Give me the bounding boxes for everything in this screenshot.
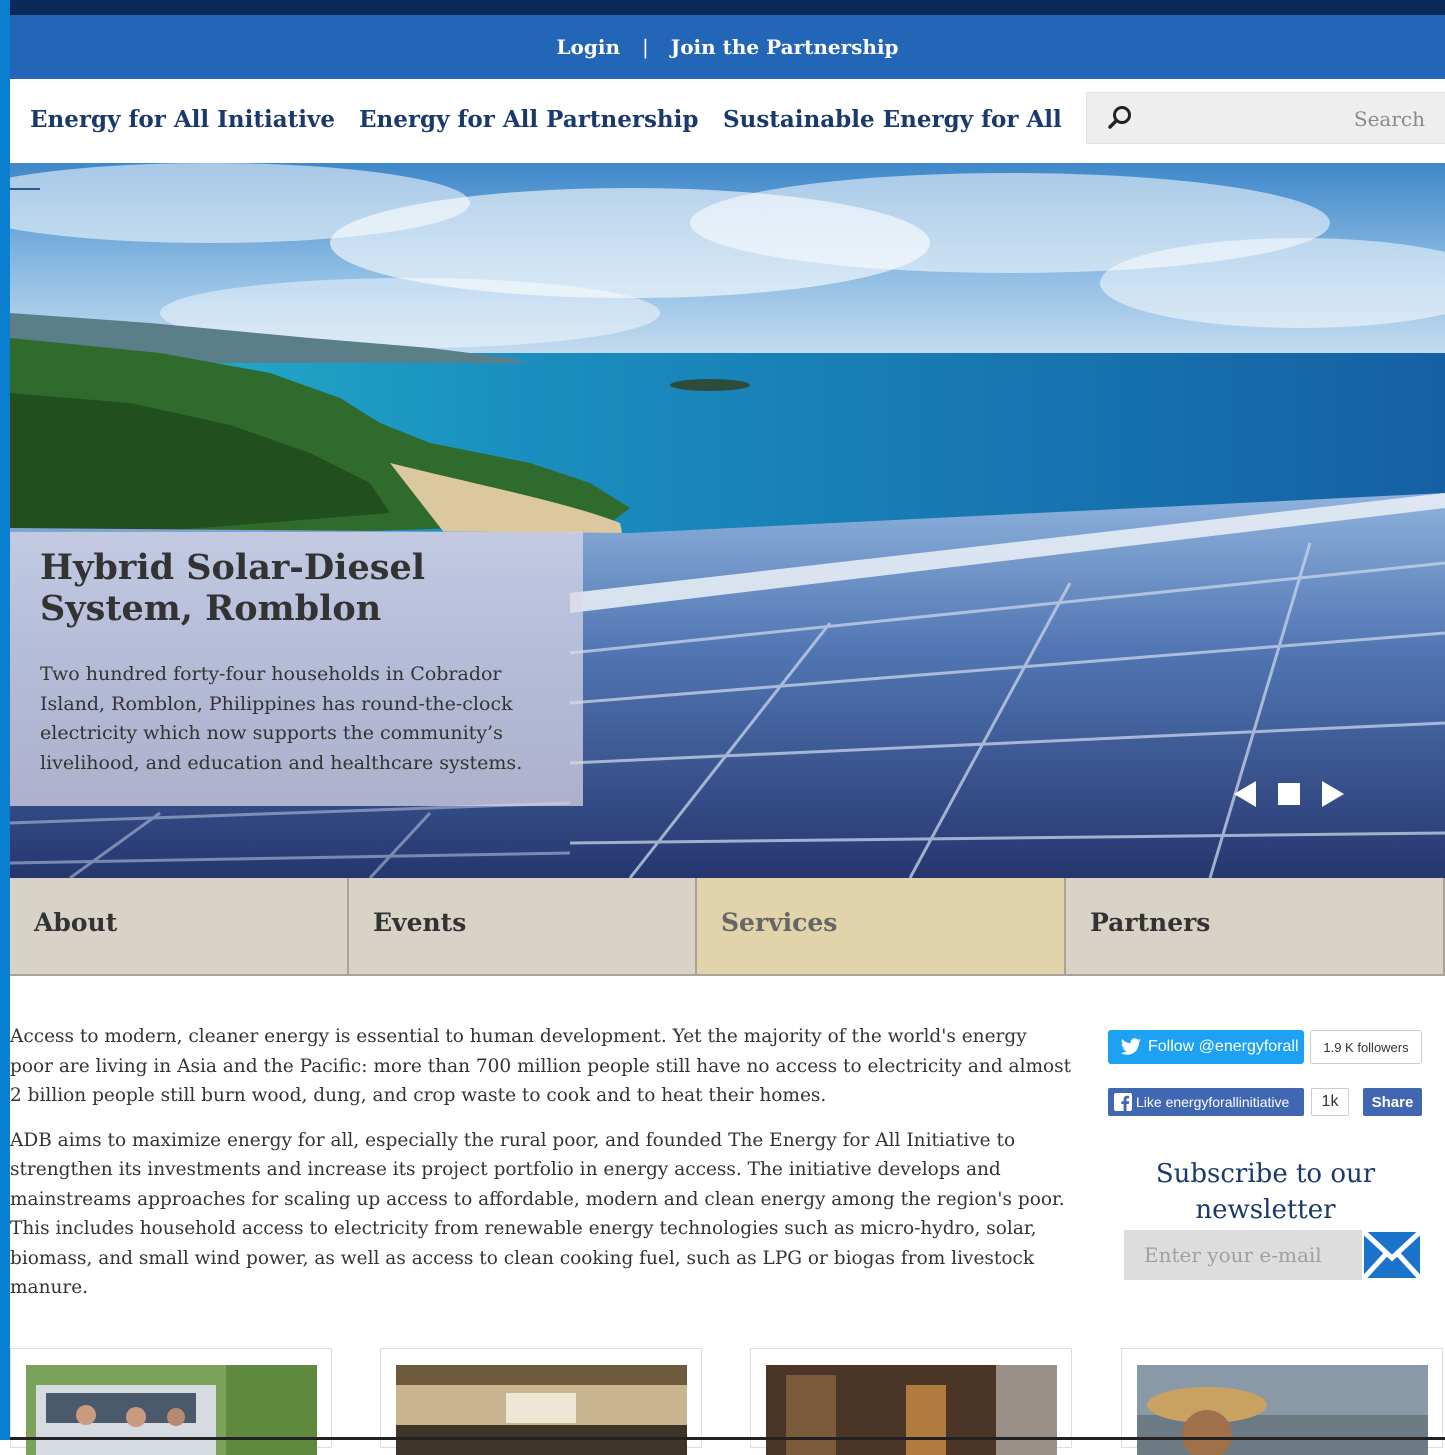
left-edge-marker	[10, 188, 40, 190]
main-nav: Energy for All Initiative Energy for All…	[10, 79, 1445, 163]
card-3-thumbnail	[766, 1365, 1057, 1455]
prev-arrow-icon[interactable]	[1232, 779, 1258, 809]
twitter-follower-count: 1.9 K followers	[1310, 1030, 1422, 1064]
intro-paragraph-2: ADB aims to maximize energy for all, esp…	[10, 1129, 1065, 1299]
tab-partners-label: Partners	[1090, 908, 1211, 937]
twitter-follow-label: Follow @energyforall	[1148, 1038, 1299, 1055]
search-box	[1086, 92, 1445, 144]
top-dark-strip	[10, 0, 1445, 15]
facebook-share-button[interactable]: Share	[1363, 1088, 1422, 1116]
slider-controls	[1232, 779, 1347, 809]
tab-about[interactable]: About	[10, 878, 349, 976]
card-2-thumbnail	[396, 1365, 687, 1455]
featured-cards	[10, 1348, 1445, 1455]
nav-sustainable-energy-for-all[interactable]: Sustainable Energy for All	[723, 106, 1062, 133]
facebook-like-label: Like energyforallinitiative	[1136, 1094, 1290, 1110]
newsletter-submit-envelope-icon[interactable]	[1362, 1230, 1422, 1280]
tab-services-label: Services	[721, 908, 838, 937]
tab-partners[interactable]: Partners	[1066, 878, 1445, 976]
top-account-bar: Login | Join the Partnership	[10, 15, 1445, 79]
featured-card-4[interactable]	[1121, 1348, 1443, 1455]
twitter-bird-icon	[1120, 1038, 1141, 1055]
tab-events[interactable]: Events	[349, 878, 697, 976]
featured-card-1[interactable]	[10, 1348, 332, 1455]
card-4-thumbnail	[1137, 1365, 1428, 1455]
facebook-f-icon	[1114, 1093, 1132, 1111]
newsletter-email-input[interactable]	[1124, 1230, 1362, 1280]
search-icon[interactable]	[1107, 105, 1133, 131]
newsletter-title: Subscribe to our newsletter	[1155, 1159, 1376, 1225]
featured-card-3[interactable]	[750, 1348, 1072, 1455]
tab-services[interactable]: Services	[697, 878, 1066, 976]
intro-paragraph-1: Access to modern, cleaner energy is esse…	[10, 1026, 1072, 1106]
login-link[interactable]: Login	[556, 35, 620, 59]
facebook-like-count: 1k	[1311, 1088, 1349, 1116]
next-arrow-icon[interactable]	[1320, 779, 1346, 809]
hero-description: Two hundred forty-four households in Cob…	[40, 663, 523, 774]
card-1-thumbnail	[26, 1365, 317, 1455]
section-tabs: About Events Services Partners	[10, 878, 1445, 976]
left-edge-strip	[0, 0, 10, 1440]
twitter-follow-button[interactable]: Follow @energyforall	[1108, 1030, 1304, 1064]
nav-energy-for-all-partnership[interactable]: Energy for All Partnership	[359, 106, 698, 133]
search-input[interactable]	[1143, 103, 1427, 135]
facebook-like-button[interactable]: Like energyforallinitiative	[1108, 1088, 1304, 1116]
hero-title: Hybrid Solar-Diesel System, Romblon	[40, 547, 426, 629]
pause-square-icon[interactable]	[1277, 779, 1303, 809]
featured-card-2[interactable]	[380, 1348, 702, 1455]
topbar-separator: |	[641, 35, 649, 59]
tab-events-label: Events	[373, 908, 467, 937]
nav-energy-for-all-initiative[interactable]: Energy for All Initiative	[30, 106, 335, 133]
tab-about-label: About	[34, 908, 118, 937]
join-partnership-link[interactable]: Join the Partnership	[671, 35, 899, 59]
hero-slider: Hybrid Solar-Diesel System, Romblon Two …	[10, 163, 1445, 878]
intro-text: Access to modern, cleaner energy is esse…	[10, 1022, 1072, 1318]
hero-caption: Hybrid Solar-Diesel System, Romblon Two …	[10, 532, 583, 806]
